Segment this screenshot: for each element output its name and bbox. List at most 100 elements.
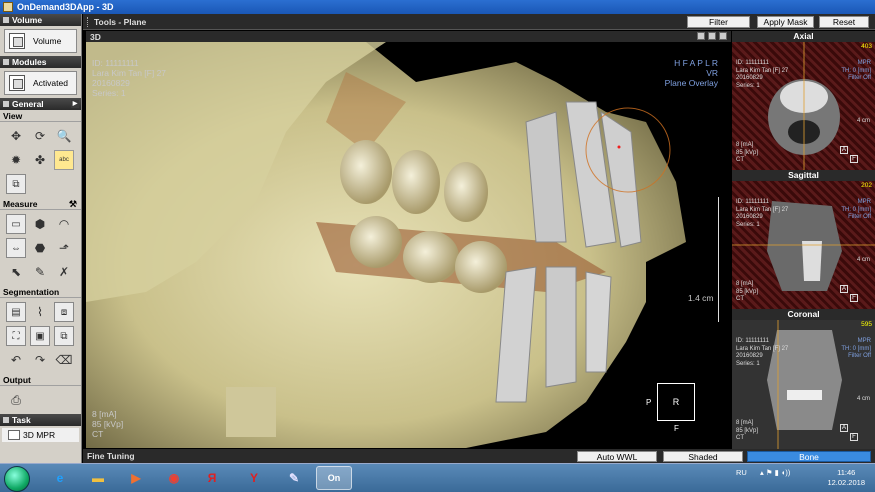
- window-level-icon[interactable]: ✹: [6, 150, 26, 170]
- yandex-music-icon[interactable]: Я: [194, 466, 230, 490]
- volume-button[interactable]: Volume: [4, 29, 77, 53]
- eraser-icon[interactable]: ⌫: [54, 350, 74, 370]
- arrow-annotation-icon[interactable]: ⬏: [54, 238, 74, 258]
- coronal-name: Lara Kim Tan [F] 27: [736, 345, 789, 352]
- coronal-info: ID: 11111111 Lara Kim Tan [F] 27 2016082…: [736, 338, 788, 368]
- collapse-arrow-icon[interactable]: ▶: [71, 100, 79, 108]
- coronal-kvp: 85 [kVp]: [736, 427, 759, 434]
- chrome-icon[interactable]: ◉: [156, 466, 192, 490]
- redo-icon[interactable]: ↷: [30, 350, 50, 370]
- pointer-icon[interactable]: ⬉: [6, 262, 26, 282]
- modules-section-header[interactable]: Modules: [0, 56, 81, 68]
- viewport-menu-icon[interactable]: [719, 32, 727, 40]
- clock[interactable]: 11:46 12.02.2018: [827, 468, 865, 488]
- pencil-icon[interactable]: ✎: [30, 262, 50, 282]
- clone-icon[interactable]: ⧈: [54, 302, 74, 322]
- modules-icon: [9, 75, 25, 91]
- paint-icon[interactable]: ✎: [276, 466, 312, 490]
- sculpt-icon[interactable]: ⌇: [30, 302, 50, 322]
- angle-icon[interactable]: ◠: [54, 214, 74, 234]
- coronal-scale: 4 cm: [856, 396, 870, 402]
- patient-info-overlay: ID: 11111111 Lara Kim Tan [F] 27 2016082…: [92, 58, 166, 98]
- axial-view[interactable]: 403 ID: 11111111 Lara Kim Tan [F] 27 201…: [732, 42, 875, 170]
- bone-preset-button[interactable]: Bone: [747, 451, 871, 462]
- axial-slice-number: 403: [861, 43, 872, 50]
- filter-button[interactable]: Filter: [687, 16, 750, 28]
- scale-label: 1.4 cm: [688, 293, 714, 303]
- pan-icon[interactable]: ✤: [30, 150, 50, 170]
- section-icon: [3, 417, 9, 423]
- coronal-date: 20160829: [736, 353, 763, 359]
- activated-button-label: Activated: [33, 78, 68, 88]
- sagittal-slice-number: 202: [861, 182, 872, 189]
- move-icon[interactable]: ✥: [6, 126, 26, 146]
- region-icon[interactable]: ▤: [6, 302, 26, 322]
- sagittal-modality: CT: [736, 296, 744, 302]
- delete-measure-icon[interactable]: ✗: [54, 262, 74, 282]
- profile-icon[interactable]: ⬣: [30, 238, 50, 258]
- sagittal-header: Sagittal: [732, 170, 875, 181]
- window-mode-icon[interactable]: [708, 32, 716, 40]
- mpr-icon: [8, 430, 20, 440]
- sagittal-filter: Filter Off: [848, 214, 871, 220]
- tools-icon[interactable]: ⚒: [69, 199, 77, 210]
- clock-date: 12.02.2018: [827, 478, 865, 487]
- auto-wwl-button[interactable]: Auto WWL: [577, 451, 657, 462]
- cut-box-icon[interactable]: ▣: [30, 326, 50, 346]
- scale-bar: [713, 197, 719, 322]
- orientation-cube[interactable]: R: [657, 383, 695, 421]
- task-item-3d-mpr[interactable]: 3D MPR: [2, 428, 79, 442]
- task-section-header[interactable]: Task: [0, 414, 81, 426]
- media-player-icon[interactable]: ▶: [118, 466, 154, 490]
- ondemand3d-icon[interactable]: On: [316, 466, 352, 490]
- coronal-id: ID: 11111111: [736, 338, 769, 344]
- window-title: OnDemand3DApp - 3D: [17, 2, 114, 12]
- explorer-icon[interactable]: ▬: [80, 466, 116, 490]
- tray-icons[interactable]: ▴ ⚑ ▮ ◖)): [760, 468, 790, 477]
- rotate-icon[interactable]: ⟳: [30, 126, 50, 146]
- reset-button[interactable]: Reset: [819, 16, 869, 28]
- task-header-label: Task: [12, 415, 31, 425]
- yandex-browser-icon[interactable]: Y: [236, 466, 272, 490]
- coronal-view[interactable]: 595 ID: 11111111 Lara Kim Tan [F] 27 201…: [732, 320, 875, 449]
- language-indicator[interactable]: RU: [736, 468, 747, 477]
- volume-section-header[interactable]: Volume: [0, 14, 81, 26]
- window-width-icon[interactable]: ⇔: [6, 238, 26, 258]
- copy-icon[interactable]: ⧉: [54, 326, 74, 346]
- ie-icon[interactable]: e: [42, 466, 78, 490]
- coronal-exposure: 8 [mA] 85 [kVp] CT: [736, 420, 758, 443]
- segmentation-label: Segmentation: [3, 286, 60, 297]
- sagittal-series: Series: 1: [736, 221, 760, 228]
- zoom-icon[interactable]: 🔍: [54, 126, 74, 146]
- apply-mask-button[interactable]: Apply Mask: [757, 16, 814, 28]
- axial-ma: 8 [mA]: [736, 142, 754, 148]
- volume-measure-icon[interactable]: ⬢: [30, 214, 50, 234]
- coronal-orient-f: F: [850, 433, 858, 441]
- sagittal-mpr-info: MPR TH: 0 [mm] Filter Off: [841, 199, 871, 222]
- view-label: View: [3, 110, 23, 121]
- grip-handle[interactable]: [87, 16, 90, 27]
- printer-icon[interactable]: ⎙: [6, 390, 26, 410]
- layout-grid-icon[interactable]: [697, 32, 705, 40]
- tools-bar-title: Tools - Plane: [94, 16, 147, 27]
- shaded-button[interactable]: Shaded: [663, 451, 743, 462]
- reset-view-icon[interactable]: ⧉: [6, 174, 26, 194]
- ruler-icon[interactable]: ▭: [6, 214, 26, 234]
- general-section-header[interactable]: General ▶: [0, 98, 81, 110]
- clock-time: 11:46: [837, 468, 856, 477]
- coronal-mpr: MPR: [857, 338, 871, 344]
- section-icon: [3, 59, 9, 65]
- crop-icon[interactable]: ⛶: [6, 326, 26, 346]
- viewport-3d[interactable]: ID: 11111111 Lara Kim Tan [F] 27 2016082…: [86, 42, 731, 448]
- measure-subsection: Measure ⚒: [0, 198, 81, 210]
- orientation-text[interactable]: H F A P L R: [665, 58, 718, 68]
- series-number: Series: 1: [92, 88, 126, 98]
- annotation-text-icon[interactable]: abc: [54, 150, 74, 170]
- measure-label: Measure: [3, 198, 38, 209]
- coronal-modality: CT: [736, 435, 744, 441]
- segmentation-tools: ▤ ⌇ ⧈ ⛶ ▣ ⧉ ↶ ↷ ⌫: [0, 298, 81, 374]
- undo-icon[interactable]: ↶: [6, 350, 26, 370]
- activated-button[interactable]: Activated: [4, 71, 77, 95]
- sagittal-view[interactable]: 202 ID: 11111111 Lara Kim Tan [F] 27 201…: [732, 181, 875, 309]
- start-button[interactable]: [4, 466, 30, 492]
